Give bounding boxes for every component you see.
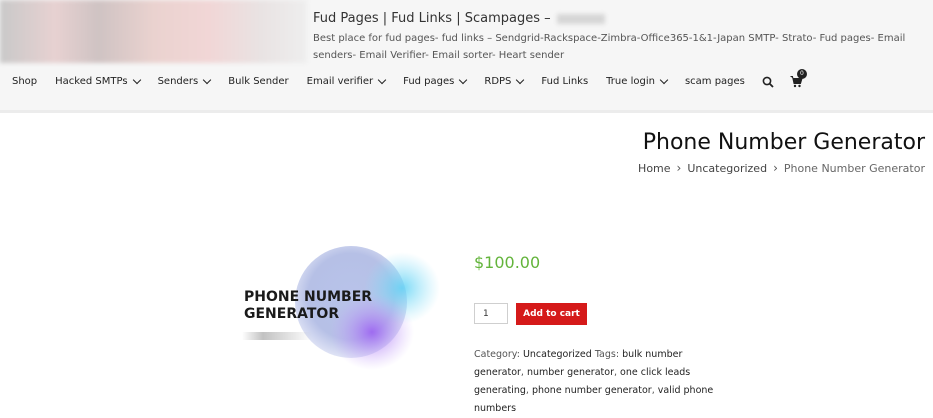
product-price: $100.00 [474,253,541,272]
tags-label: Tags: [594,349,620,360]
nav-item-shop[interactable]: Shop [12,76,37,87]
chevron-down-icon [659,75,669,84]
product-image[interactable]: PHONE NUMBER GENERATOR [230,240,450,390]
page-title: Phone Number Generator [642,130,925,155]
nav-label: Shop [12,75,38,87]
breadcrumb-current: Phone Number Generator [783,161,925,175]
site-header: Fud Pages | Fud Links | Scampages – Best… [0,0,933,113]
nav-item-bulk-sender[interactable]: Bulk Sender [228,76,288,87]
chevron-down-icon [516,75,525,84]
cart-count-badge: 0 [796,69,807,79]
chevron-down-icon [132,75,141,84]
nav-label: Fud pages [403,75,455,87]
breadcrumb-home[interactable]: Home [638,162,670,175]
nav-label: RDPS [484,75,512,87]
category-label: Category: [474,349,520,360]
nav-label: Fud Links [541,75,589,87]
nav-label: Bulk Sender [228,75,289,87]
product-image-line2: GENERATOR [244,306,340,322]
nav-label: scam pages [684,75,745,87]
site-logo[interactable] [0,0,307,63]
nav-label: True login [606,75,655,87]
nav-item-hacked-smtps[interactable]: Hacked SMTPs [55,75,141,87]
tag-link[interactable]: phone number generator [532,385,652,396]
breadcrumb-separator: › [676,161,682,175]
breadcrumb-separator: › [773,161,778,175]
nav-item-email-verifier[interactable]: Email verifier [306,75,387,87]
breadcrumb-category[interactable]: Uncategorized [687,162,767,175]
site-title[interactable]: Fud Pages | Fud Links | Scampages – [313,11,605,26]
category-link[interactable]: Uncategorized [523,349,592,360]
nav-label: Email verifier [306,75,374,87]
site-title-text[interactable]: Fud Pages | Fud Links | Scampages – [313,11,551,26]
chevron-down-icon [203,75,212,84]
chevron-down-icon [377,75,387,84]
quantity-input[interactable] [474,303,508,324]
nav-item-fud-pages[interactable]: Fud pages [403,75,468,87]
main-nav: Shop Hacked SMTPs Senders Bulk Sender Em… [0,69,807,90]
nav-item-true-login[interactable]: True login [606,75,669,87]
tag-link[interactable]: number generator [527,367,614,378]
nav-item-fud-links[interactable]: Fud Links [541,76,588,87]
nav-label: Hacked SMTPs [55,75,128,87]
nav-label: Senders [157,75,199,87]
product-image-line1: PHONE NUMBER [244,289,373,305]
product-image-title: PHONE NUMBER GENERATOR [244,289,372,323]
add-to-cart-button[interactable]: Add to cart [516,303,587,325]
search-icon[interactable] [762,73,778,89]
nav-item-senders[interactable]: Senders [157,75,212,87]
blurred-title-suffix [556,13,605,24]
site-tagline: Best place for fud pages- fud links – Se… [313,33,906,61]
product-meta: Category: Uncategorized Tags: bulk numbe… [474,349,714,414]
cart-icon[interactable]: 0 [790,69,807,89]
breadcrumb: Home › Uncategorized › Phone Number Gene… [638,161,925,175]
nav-item-rdps[interactable]: RDPS [484,75,525,87]
chevron-down-icon [459,75,468,84]
nav-item-scam-pages[interactable]: scam pages [685,76,745,87]
